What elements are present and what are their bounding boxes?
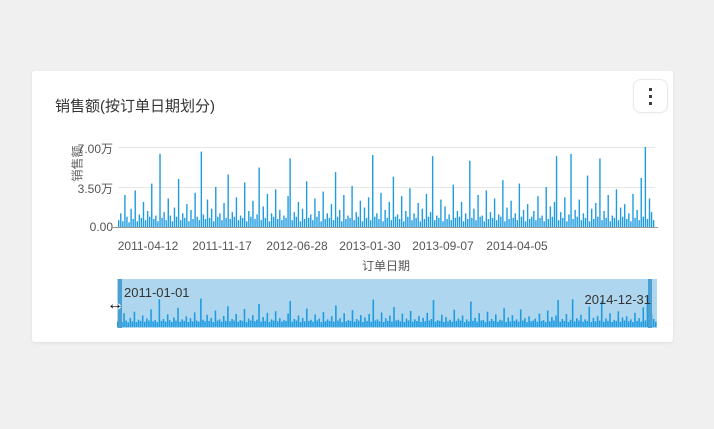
datazoom-mini-chart [117, 297, 657, 327]
x-axis-title: 订单日期 [361, 259, 411, 273]
chart-title: 销售额(按订单日期划分) [55, 98, 215, 115]
x-axis-tick-label: 2011-11-17 [192, 239, 252, 253]
x-axis-tick-label: 2014-04-05 [486, 239, 548, 253]
datazoom-start-label: 2011-01-01 [124, 285, 190, 300]
resize-cursor: ↔ [107, 296, 123, 313]
x-axis-tick-label: 2011-04-12 [117, 239, 179, 253]
sales-bar-series [118, 147, 655, 227]
x-axis-line [113, 227, 658, 228]
x-axis-tick-label: 2013-09-07 [412, 239, 474, 253]
datazoom-slider[interactable]: 2011-01-01 2014-12-31 [117, 279, 657, 328]
main-chart-plot[interactable] [118, 147, 655, 227]
kebab-menu-icon [649, 87, 652, 91]
x-axis-tick-label: 2012-06-28 [266, 239, 328, 253]
x-axis-tick-label: 2013-01-30 [339, 239, 401, 253]
y-axis-tick-label: 0.00 [89, 220, 113, 234]
kebab-menu-button[interactable] [633, 79, 668, 113]
chart-card: 销售额(按订单日期划分) 销售额 7.00万 3.50万 0.00 2011-0… [32, 71, 673, 342]
datazoom-end-label: 2014-12-31 [584, 292, 652, 307]
y-axis-tick-label: 7.00万 [77, 142, 113, 156]
page-background: 销售额(按订单日期划分) 销售额 7.00万 3.50万 0.00 2011-0… [0, 0, 714, 429]
y-axis-tick-label: 3.50万 [77, 182, 113, 196]
